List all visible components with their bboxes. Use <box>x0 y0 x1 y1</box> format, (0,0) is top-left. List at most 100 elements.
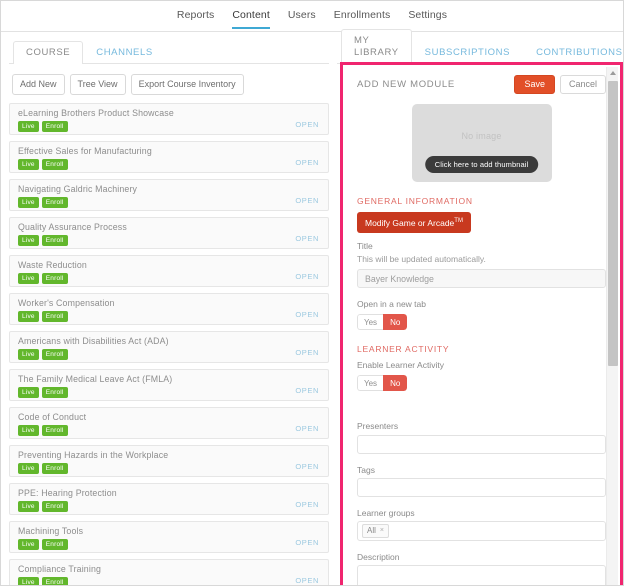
badge-enroll: Enroll <box>41 349 68 360</box>
open-in-new-tab-toggle[interactable]: Yes No <box>357 314 408 331</box>
badge-live: Live <box>18 273 39 284</box>
open-course-link[interactable]: OPEN <box>295 424 319 433</box>
learner-groups-input[interactable]: All × <box>357 521 606 542</box>
course-card[interactable]: The Family Medical Leave Act (FMLA) Live E… <box>9 369 329 401</box>
right-tabstrip: MY LIBRARY SUBSCRIPTIONS CONTRIBUTIONS <box>337 29 623 64</box>
description-textarea[interactable] <box>357 565 606 585</box>
open-course-link[interactable]: OPEN <box>295 348 319 357</box>
course-title: PPE: Hearing Protection <box>18 488 117 498</box>
panel-scrollbar[interactable] <box>606 67 618 585</box>
content-columns: COURSE CHANNELS Add New Tree View Export… <box>1 29 623 585</box>
open-course-link[interactable]: OPEN <box>295 120 319 129</box>
tab-my-library[interactable]: MY LIBRARY <box>341 29 412 64</box>
thumbnail-section: No image Click here to add thumbnail <box>357 104 606 182</box>
trademark-mark: TM <box>454 218 463 224</box>
nav-item-reports[interactable]: Reports <box>177 9 214 29</box>
course-title: Quality Assurance Process <box>18 222 127 232</box>
course-card[interactable]: Effective Sales for Manufacturing Live Enr… <box>9 141 329 173</box>
course-card[interactable]: Code of Conduct Live Enroll OPEN <box>9 407 329 439</box>
course-title: Worker's Compensation <box>18 298 115 308</box>
open-course-link[interactable]: OPEN <box>295 500 319 509</box>
course-badges: Live Enroll <box>18 387 320 398</box>
course-card[interactable]: Preventing Hazards in the Workplace Live E… <box>9 445 329 477</box>
tree-view-button[interactable]: Tree View <box>69 74 126 95</box>
add-new-module-panel: ADD NEW MODULE Save Cancel No image Clic… <box>340 62 623 585</box>
course-title: Preventing Hazards in the Workplace <box>18 450 169 460</box>
course-card[interactable]: Machining Tools Live Enroll OPEN <box>9 521 329 553</box>
badge-live: Live <box>18 425 39 436</box>
add-new-button[interactable]: Add New <box>12 74 65 95</box>
open-course-link[interactable]: OPEN <box>295 462 319 471</box>
badge-enroll: Enroll <box>41 425 68 436</box>
left-panel: COURSE CHANNELS Add New Tree View Export… <box>1 32 337 585</box>
scroll-up-arrow-icon[interactable] <box>607 67 618 79</box>
open-course-link[interactable]: OPEN <box>295 538 319 547</box>
course-card[interactable]: Navigating Galdric Machinery Live Enroll OP… <box>9 179 329 211</box>
tab-contributions[interactable]: CONTRIBUTIONS <box>523 41 623 64</box>
open-course-link[interactable]: OPEN <box>295 272 319 281</box>
save-button[interactable]: Save <box>514 75 555 94</box>
open-new-tab-yes-option[interactable]: Yes <box>357 314 384 331</box>
add-thumbnail-button[interactable]: Click here to add thumbnail <box>424 156 539 173</box>
title-input[interactable] <box>357 269 606 289</box>
add-new-module-form: ADD NEW MODULE Save Cancel No image Clic… <box>343 65 620 585</box>
learner-activity-no-option[interactable]: No <box>383 375 408 392</box>
badge-live: Live <box>18 539 39 550</box>
course-card[interactable]: Compliance Training Live Enroll OPEN <box>9 559 329 585</box>
course-card[interactable]: Waste Reduction Live Enroll OPEN <box>9 255 329 287</box>
nav-item-content[interactable]: Content <box>232 9 270 29</box>
tags-label: Tags <box>357 464 375 475</box>
course-list: eLearning Brothers Product Showcase Live E… <box>9 103 329 585</box>
tab-channels[interactable]: CHANNELS <box>83 41 166 64</box>
course-badges: Live Enroll <box>18 349 320 360</box>
course-card[interactable]: Americans with Disabilities Act (ADA) Liv… <box>9 331 329 363</box>
course-card[interactable]: Quality Assurance Process Live Enroll OPEN <box>9 217 329 249</box>
course-title: Effective Sales for Manufacturing <box>18 146 152 156</box>
cancel-button[interactable]: Cancel <box>559 75 606 94</box>
open-course-link[interactable]: OPEN <box>295 234 319 243</box>
badge-enroll: Enroll <box>41 463 68 474</box>
learner-group-chip[interactable]: All × <box>362 524 389 539</box>
course-badges: Live Enroll <box>18 577 320 585</box>
course-card[interactable]: PPE: Hearing Protection Live Enroll OPEN <box>9 483 329 515</box>
export-course-inventory-button[interactable]: Export Course Inventory <box>130 74 244 95</box>
enable-learner-activity-label: Enable Learner Activity <box>357 360 444 371</box>
tags-input[interactable] <box>357 478 606 498</box>
right-panel: MY LIBRARY SUBSCRIPTIONS CONTRIBUTIONS A… <box>337 29 623 585</box>
course-card[interactable]: Worker's Compensation Live Enroll OPEN <box>9 293 329 325</box>
scrollbar-thumb[interactable] <box>608 81 618 366</box>
course-badges: Live Enroll <box>18 159 320 170</box>
badge-live: Live <box>18 197 39 208</box>
thumbnail-placeholder[interactable]: No image Click here to add thumbnail <box>411 104 552 182</box>
left-toolbar: Add New Tree View Export Course Inventor… <box>12 74 329 95</box>
open-course-link[interactable]: OPEN <box>295 158 319 167</box>
nav-item-users[interactable]: Users <box>288 9 316 29</box>
presenters-input[interactable] <box>357 434 606 454</box>
learner-groups-label: Learner groups <box>357 508 415 519</box>
nav-item-settings[interactable]: Settings <box>408 9 447 29</box>
course-title: The Family Medical Leave Act (FMLA) <box>18 374 173 384</box>
course-badges: Live Enroll <box>18 273 320 284</box>
open-new-tab-no-option[interactable]: No <box>383 314 408 331</box>
badge-enroll: Enroll <box>41 501 68 512</box>
presenters-label: Presenters <box>357 421 399 432</box>
badge-enroll: Enroll <box>41 577 68 585</box>
tab-subscriptions[interactable]: SUBSCRIPTIONS <box>412 41 523 64</box>
course-card[interactable]: eLearning Brothers Product Showcase Live E… <box>9 103 329 135</box>
modify-game-or-arcade-button[interactable]: Modify Game or ArcadeTM <box>357 212 471 233</box>
enable-learner-activity-toggle[interactable]: Yes No <box>357 375 408 392</box>
open-course-link[interactable]: OPEN <box>295 576 319 585</box>
nav-item-enrollments[interactable]: Enrollments <box>334 9 391 29</box>
remove-chip-icon[interactable]: × <box>380 526 384 536</box>
open-course-link[interactable]: OPEN <box>295 310 319 319</box>
left-tabstrip: COURSE CHANNELS <box>9 40 329 64</box>
general-information-heading: GENERAL INFORMATION <box>357 196 473 206</box>
open-in-new-tab-label: Open in a new tab <box>357 299 426 310</box>
open-course-link[interactable]: OPEN <box>295 386 319 395</box>
tab-course[interactable]: COURSE <box>13 41 84 64</box>
learner-activity-yes-option[interactable]: Yes <box>357 375 384 392</box>
open-course-link[interactable]: OPEN <box>295 196 319 205</box>
